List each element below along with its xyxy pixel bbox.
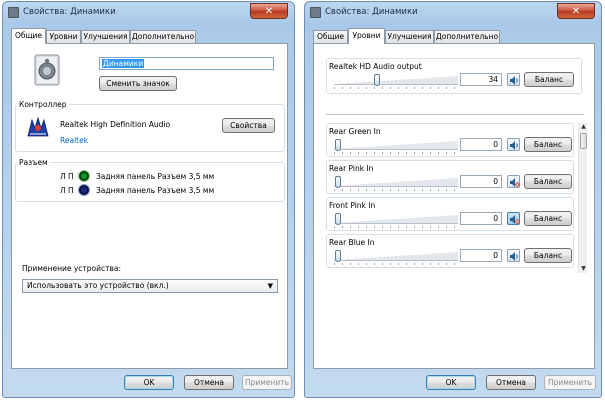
input-1-label: Rear Green In (329, 127, 381, 136)
left-general-panel: Динамики Сменить значок Контроллер Realt… (11, 43, 288, 369)
input-1-balance-button[interactable]: Баланс (524, 137, 572, 152)
input-4-speaker-icon[interactable] (507, 249, 520, 262)
jack-1-channels: Л П (60, 172, 74, 181)
controller-name: Realtek High Definition Audio (60, 120, 171, 129)
master-volume-value[interactable]: 34 (460, 73, 502, 86)
master-volume-slider[interactable] (334, 74, 458, 89)
speaker-app-icon (8, 7, 19, 18)
input-4-thumb[interactable] (335, 250, 341, 262)
jack-1-label: Задняя панель Разъем 3,5 мм (96, 172, 215, 181)
levels-separator (326, 114, 584, 115)
input-2-slider[interactable] (334, 176, 458, 191)
input-2-value[interactable]: 0 (460, 175, 502, 188)
jack-2-label: Задняя панель Разъем 3,5 мм (96, 186, 215, 195)
jack-1-green-dot-icon (79, 171, 89, 181)
tab-general[interactable]: Общие (313, 30, 348, 43)
input-2-label: Rear Pink In (329, 164, 374, 173)
device-name-text: Динамики (102, 59, 145, 68)
input-3-thumb[interactable] (335, 213, 341, 225)
input-3-slider[interactable] (334, 213, 458, 228)
jack-2-blue-dot-icon (79, 185, 89, 195)
right-cancel-button[interactable]: Отмена (486, 375, 536, 390)
scroll-up-arrow-icon[interactable]: ▲ (579, 123, 588, 131)
speaker-app-icon (310, 7, 321, 18)
master-volume-thumb[interactable] (374, 74, 381, 86)
left-ok-button[interactable]: OK (124, 375, 174, 390)
controller-properties-button[interactable]: Свойства (222, 118, 275, 133)
right-window-title: Свойства: Динамики (325, 7, 418, 17)
levels-scrollbar[interactable]: ▲ ▼ (578, 123, 587, 273)
levels-scroll-thumb[interactable] (580, 133, 587, 149)
device-usage-label: Применение устройства: (22, 264, 122, 273)
tab-advanced[interactable]: Дополнительно (434, 30, 500, 43)
input-4-value[interactable]: 0 (460, 249, 502, 262)
input-4-slider[interactable] (334, 250, 458, 265)
tab-levels[interactable]: Уровни (348, 28, 385, 44)
left-cancel-button[interactable]: Отмена (184, 375, 234, 390)
left-window-title: Свойства: Динамики (23, 7, 116, 17)
tab-enhancements[interactable]: Улучшения (385, 30, 434, 43)
input-3-balance-button[interactable]: Баланс (524, 211, 572, 226)
input-2-balance-button[interactable]: Баланс (524, 174, 572, 189)
left-dialog-window: Свойства: Динамики ✕ Общие Уровни Улучше… (2, 1, 295, 398)
right-title-bar[interactable]: Свойства: Динамики ✕ (305, 2, 601, 24)
jack-2-channels: Л П (60, 186, 74, 195)
device-usage-value: Использовать это устройство (вкл.) (27, 281, 169, 290)
left-close-button[interactable]: ✕ (250, 3, 288, 19)
speaker-device-icon (32, 54, 62, 86)
chevron-down-icon: ▼ (267, 282, 273, 290)
input-3-value[interactable]: 0 (460, 212, 502, 225)
controller-vendor-link[interactable]: Realtek (60, 136, 88, 145)
input-1-value[interactable]: 0 (460, 138, 502, 151)
realtek-logo-icon (26, 116, 50, 138)
change-icon-button[interactable]: Сменить значок (99, 76, 177, 91)
input-4-balance-button[interactable]: Баланс (524, 248, 572, 263)
right-levels-panel: Realtek HD Audio output 34 Баланс Rear G… (313, 43, 595, 369)
jack-group (15, 162, 285, 202)
right-dialog-window: Свойства: Динамики ✕ Общие Уровни Улучше… (304, 1, 602, 398)
input-2-muted-speaker-icon[interactable] (507, 175, 520, 188)
left-apply-button[interactable]: Применить (242, 375, 292, 390)
tab-levels[interactable]: Уровни (46, 30, 81, 43)
tab-advanced[interactable]: Дополнительно (130, 30, 196, 43)
controller-group-label: Контроллер (17, 100, 69, 109)
right-apply-button[interactable]: Применить (544, 375, 596, 390)
scroll-down-arrow-icon[interactable]: ▼ (579, 265, 588, 273)
input-2-thumb[interactable] (335, 176, 341, 188)
master-level-label: Realtek HD Audio output (329, 62, 422, 71)
tab-general[interactable]: Общие (11, 28, 46, 44)
device-usage-select[interactable]: Использовать это устройство (вкл.) ▼ (22, 279, 278, 293)
left-title-bar[interactable]: Свойства: Динамики ✕ (3, 2, 294, 24)
master-balance-button[interactable]: Баланс (524, 72, 574, 87)
tab-enhancements[interactable]: Улучшения (81, 30, 130, 43)
input-3-label: Front Pink In (329, 201, 376, 210)
master-speaker-icon[interactable] (507, 73, 520, 86)
right-ok-button[interactable]: OK (426, 375, 476, 390)
device-name-input[interactable]: Динамики (99, 57, 274, 70)
input-3-muted-speaker-icon[interactable] (507, 212, 520, 225)
input-1-speaker-icon[interactable] (507, 138, 520, 151)
jack-group-label: Разъем (17, 158, 50, 167)
input-1-slider[interactable] (334, 139, 458, 154)
input-4-label: Rear Blue In (329, 238, 375, 247)
input-1-thumb[interactable] (335, 139, 341, 151)
right-close-button[interactable]: ✕ (557, 3, 595, 19)
